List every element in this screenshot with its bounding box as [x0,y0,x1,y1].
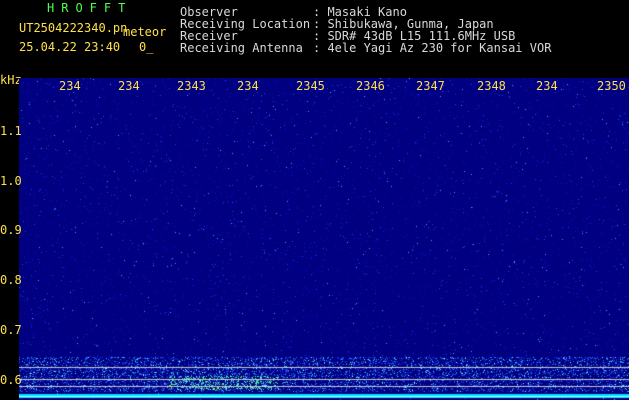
x-tick-label: 2343 [177,79,206,93]
hrofft-spectrogram-window: HROFFT UT2504222340.pn meteor 25.04.22 2… [0,0,629,400]
software-title: HROFFT [47,1,133,15]
detection-label: meteor [123,25,167,39]
x-tick-label: 234 [536,79,558,93]
x-tick-label: 2347 [416,79,445,93]
spectrogram-plot [19,78,629,400]
x-tick-label: 2350 [597,79,626,93]
date-time-label: 25.04.22 23:40 [19,40,121,54]
filename-label: UT2504222340.pn [19,21,128,35]
y-tick-label: 0.8 [0,273,22,287]
antenna-label: Receiving Antenna [180,41,303,55]
y-tick-label: 1.0 [0,174,22,188]
y-tick-label: 1.1 [0,124,22,138]
x-tick-label: 234 [237,79,259,93]
x-tick-label: 2348 [477,79,506,93]
x-tick-label: 234 [59,79,81,93]
count-label: 0_ [139,40,154,54]
y-tick-label: 0.9 [0,223,22,237]
y-tick-label: 0.7 [0,323,22,337]
x-tick-label: 2345 [296,79,325,93]
x-tick-label: 2346 [356,79,385,93]
x-tick-label: 234 [118,79,140,93]
y-tick-label: 0.6 [0,373,22,387]
y-axis-unit: kHz [0,73,22,87]
antenna-value: : 4ele Yagi Az 230 for Kansai VOR [313,41,552,55]
